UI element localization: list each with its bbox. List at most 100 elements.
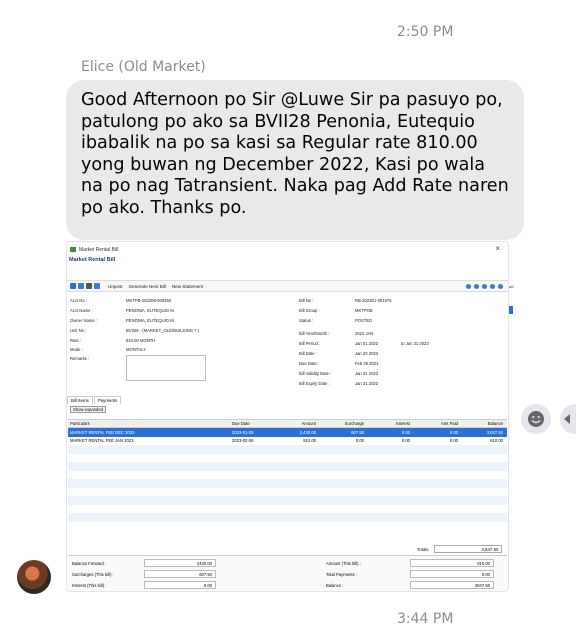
- generate-next-bill-button: Generate Next Bill: [128, 283, 166, 289]
- cell: 2023-01-05: [232, 429, 254, 435]
- cell: 0.00: [449, 429, 458, 435]
- table-row: MARKET RENTAL FEE DEC 2022 2023-01-05 2,…: [68, 428, 507, 437]
- empty-row: [68, 496, 507, 505]
- field-value: to Jan 31 2023: [401, 341, 429, 346]
- sender-name: Elice (Old Market): [81, 59, 206, 75]
- timestamp-top: 2:50 PM: [397, 24, 454, 40]
- field-value: Jan 31 2023: [355, 381, 379, 386]
- remarks-box: [126, 355, 206, 381]
- refresh-icon: [94, 283, 100, 289]
- field-label: Bill Date :: [299, 351, 317, 356]
- empty-row: [68, 513, 507, 522]
- field-label: Unit No :: [70, 328, 87, 333]
- cell: 607.50: [351, 429, 364, 435]
- cell: 2023-02-06: [232, 438, 254, 444]
- summary-value: 0.00: [144, 581, 216, 589]
- totals-label: Totals: [417, 546, 429, 552]
- field-value: Feb 05 2023: [355, 361, 379, 366]
- tab-bar: Bill Items Payments: [67, 396, 122, 404]
- smiley-icon[interactable]: [521, 404, 551, 434]
- cell: MARKET RENTAL FEE JAN 2023: [70, 438, 134, 444]
- tab-payments: Payments: [93, 396, 122, 404]
- unpost-button: Unpost: [108, 283, 123, 289]
- save-icon: [78, 283, 84, 289]
- field-label: Acct No :: [70, 298, 87, 303]
- avatar[interactable]: [17, 560, 51, 594]
- field-value: MONTHLY: [126, 347, 147, 352]
- column-header: Amt Paid: [441, 421, 458, 426]
- field-label: Status :: [299, 318, 314, 323]
- field-label: Mode :: [70, 347, 83, 352]
- field-value: POSTED: [355, 318, 373, 323]
- summary-line: Balance : 3847.50: [326, 581, 494, 589]
- field-value: MKTPOB: [355, 308, 373, 313]
- window-title: Market Rental Bill: [79, 246, 119, 253]
- summary-value: 607.50: [144, 570, 216, 578]
- empty-row: [68, 471, 507, 480]
- cell: 0.00: [355, 438, 364, 444]
- field-label: Acct Name :: [70, 308, 93, 313]
- cell: 0.00: [401, 438, 410, 444]
- summary-label: Surcharges (This bill) :: [72, 571, 114, 577]
- empty-row: [68, 479, 507, 488]
- field-label: Bill Group :: [299, 308, 320, 313]
- attachment-screenshot[interactable]: Market Rental Bill × Market Rental Bill …: [66, 241, 509, 592]
- bill-summary: Balance Forward : 2430.00 Surcharges (Th…: [68, 555, 507, 591]
- column-header: Balance: [487, 421, 503, 426]
- column-header: Amount: [301, 421, 316, 426]
- totals-value: 3,847.50: [434, 545, 503, 553]
- summary-line: Total Payments : 0.00: [326, 570, 494, 578]
- forward-icon[interactable]: [560, 404, 576, 434]
- smiley-icon-glyph: [528, 411, 544, 427]
- empty-row: [68, 454, 507, 463]
- field-value: RB-202301-001675: [355, 298, 392, 303]
- forward-icon-glyph: [564, 414, 570, 424]
- summary-line: Surcharges (This bill) : 607.50: [72, 570, 216, 578]
- summary-line: Interest (This bill) : 0.00: [72, 581, 216, 589]
- field-value: Jan 31 2023: [355, 371, 379, 376]
- field-value: MKTPB-202208-000260: [126, 298, 172, 303]
- field-label: Bill Period :: [299, 341, 321, 346]
- print-icon: [86, 283, 92, 289]
- column-header: Particulars: [70, 421, 90, 426]
- message-text: Good Afternoon po Sir @Luwe Sir pa pasuy…: [81, 90, 509, 218]
- new-statement-button: New Statement: [171, 283, 204, 289]
- cell: 3,037.50: [486, 429, 503, 435]
- bill-items-table: Particulars Due Date Amount Surcharge In…: [68, 419, 507, 530]
- column-header: Interest: [396, 421, 410, 426]
- totals: Totals 3,847.50: [417, 545, 503, 553]
- summary-value: 810.00: [410, 559, 494, 567]
- field-value: Jan 20 2023: [355, 351, 379, 356]
- column-header: Surcharge: [344, 421, 364, 426]
- app-icon: [70, 247, 76, 252]
- field-value: PENONIA, EUTEQUIO M.: [126, 308, 175, 313]
- summary-line: Amount (This bill) : 810.00: [326, 559, 494, 567]
- cell: MARKET RENTAL FEE DEC 2022: [70, 429, 135, 435]
- cell: 810.00: [303, 438, 316, 444]
- summary-label: Total Payments :: [326, 571, 357, 577]
- field-label: Owner Name :: [70, 318, 97, 323]
- empty-row: [68, 505, 507, 514]
- nav-icons: [463, 283, 503, 289]
- table-header: Particulars Due Date Amount Surcharge In…: [68, 419, 507, 428]
- field-label: Bill No :: [299, 298, 314, 303]
- empty-row: [68, 445, 507, 454]
- cell: 0.00: [449, 438, 458, 444]
- summary-label: Balance Forward :: [72, 560, 106, 566]
- field-label: Due Date :: [299, 361, 320, 366]
- message-bubble[interactable]: Good Afternoon po Sir @Luwe Sir pa pasuy…: [66, 80, 524, 240]
- timestamp-bottom: 3:44 PM: [397, 611, 454, 627]
- toolbar: Unpost Generate Next Bill New Statement: [67, 280, 508, 292]
- summary-label: Amount (This bill) :: [326, 560, 361, 566]
- close-icon: ×: [495, 244, 500, 253]
- field-label: Bill Year/Month :: [299, 331, 330, 336]
- summary-line: Balance Forward : 2430.00: [72, 559, 216, 567]
- field-value: PENONIA, EUTEQUIO M.: [126, 318, 175, 323]
- edge-highlight: [509, 306, 513, 314]
- close-icon: [70, 283, 76, 289]
- field-label: Bill Expiry Date :: [299, 381, 330, 386]
- field-label: Bill Validity Date :: [299, 371, 332, 376]
- empty-row: [68, 488, 507, 497]
- form-header: Market Rental Bill: [69, 257, 116, 263]
- window-titlebar: Market Rental Bill ×: [67, 242, 508, 257]
